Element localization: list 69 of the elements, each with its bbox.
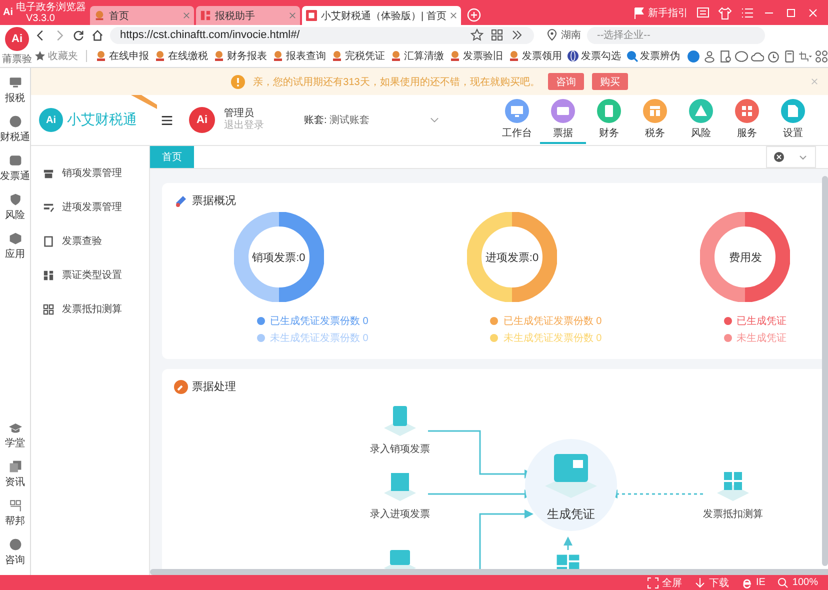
legend-label: 未生成凭证发票份数 0	[270, 332, 368, 345]
bookmark-link[interactable]: 发票勾选	[567, 49, 621, 64]
browser-tab[interactable]: 首页	[90, 6, 194, 25]
nav-tab[interactable]: 财务	[586, 96, 632, 144]
node-label: 发票抵扣测算	[703, 508, 763, 521]
node-label: 录入进项发票	[370, 508, 430, 521]
side-nav-item[interactable]: 财税通	[0, 115, 30, 144]
side-nav-item[interactable]: 发票通	[0, 154, 30, 183]
donut-label: 销项发票:0	[251, 251, 306, 265]
section-title: 票据概况	[192, 194, 236, 208]
product-name: 小艾财税通	[67, 111, 137, 129]
browser-logo: Ai	[5, 26, 29, 50]
status-button[interactable]: 100%	[777, 576, 818, 588]
nav-tab[interactable]: 票据	[540, 96, 586, 144]
side-nav-item[interactable]: 咨询	[5, 538, 25, 567]
nav-tab[interactable]: 风险	[678, 96, 724, 144]
section-title: 票据处理	[192, 380, 236, 394]
side-nav-item[interactable]: 帮邦	[5, 499, 25, 528]
status-button[interactable]: IE	[740, 576, 766, 588]
menu-item[interactable]: 票证类型设置	[31, 258, 149, 292]
bookmark-link[interactable]: 汇算清缴	[390, 49, 444, 64]
company-select[interactable]: --选择企业--	[587, 26, 765, 44]
side-nav-item[interactable]: 风险	[5, 193, 25, 222]
nav-tab[interactable]: 服务	[724, 96, 770, 144]
nav-tab[interactable]: 设置	[770, 96, 816, 144]
node-label: 录入销项发票	[370, 442, 430, 456]
trial-notice: 亲，您的试用期还有313天，如果使用的还不错，现在就购买吧。	[253, 76, 540, 88]
menu-item[interactable]: 发票查验	[31, 224, 149, 258]
status-button[interactable]: 全屏	[646, 576, 682, 590]
bookmark-link[interactable]: 发票辨伪	[626, 49, 680, 64]
product-logo: Ai	[39, 108, 63, 132]
bookmark-link[interactable]: 发票验旧	[449, 49, 503, 64]
brand-name: 莆票验	[2, 52, 32, 66]
bookmark-link[interactable]: 发票领用	[508, 49, 562, 64]
legend-label: 已生成凭证	[736, 314, 787, 328]
side-nav-item[interactable]: 资讯	[5, 460, 25, 489]
node-label: 生成凭证	[547, 506, 595, 523]
legend-label: 已生成凭证发票份数 0	[270, 314, 368, 328]
side-nav-item[interactable]: 学堂	[5, 421, 25, 450]
bookmark-link[interactable]: 在线申报	[95, 49, 149, 64]
account-select[interactable]: 账套: 测试账套	[304, 113, 439, 127]
browser-tab[interactable]: 小艾财税通（体验版）| 首页	[302, 6, 462, 25]
bookmark-link[interactable]: 完税凭证	[331, 49, 385, 64]
nav-tab[interactable]: 工作台	[494, 96, 540, 144]
guide-button[interactable]: 新手指引	[633, 6, 688, 20]
app-logo: Ai	[3, 7, 13, 18]
menu-item[interactable]: 进项发票管理	[31, 190, 149, 224]
nav-tab[interactable]: 税务	[632, 96, 678, 144]
location-button[interactable]: 湖南	[546, 28, 581, 42]
menu-item[interactable]: 销项发票管理	[31, 156, 149, 190]
favorites-button[interactable]: 收藏夹	[34, 49, 78, 64]
legend-label: 未生成凭证	[736, 332, 787, 345]
donut-label: 进项发票:0	[484, 251, 540, 265]
bookmark-link[interactable]: 财务报表	[213, 49, 267, 64]
bookmark-link[interactable]: 在线缴税	[154, 49, 208, 64]
browser-tab[interactable]: 报税助手	[196, 6, 300, 25]
menu-item[interactable]: 发票抵扣测算	[31, 292, 149, 326]
bookmark-link[interactable]: 报表查询	[272, 49, 326, 64]
legend-label: 已生成凭证发票份数 0	[503, 314, 602, 328]
user-name: 管理员	[224, 108, 255, 120]
side-nav-item[interactable]: 报税	[5, 76, 25, 105]
avatar: Ai	[189, 107, 215, 133]
browser-name: 电子政务浏览器	[16, 2, 86, 12]
donut-label: 费用发	[728, 251, 763, 265]
status-button[interactable]: 下载	[694, 576, 729, 590]
legend-label: 未生成凭证发票份数 0	[503, 332, 602, 345]
browser-version: V3.3.0	[25, 12, 56, 24]
side-nav-item[interactable]: 应用	[5, 232, 25, 261]
address-field[interactable]: https://cst.chinaftt.com/invocie.html#/	[110, 26, 534, 44]
